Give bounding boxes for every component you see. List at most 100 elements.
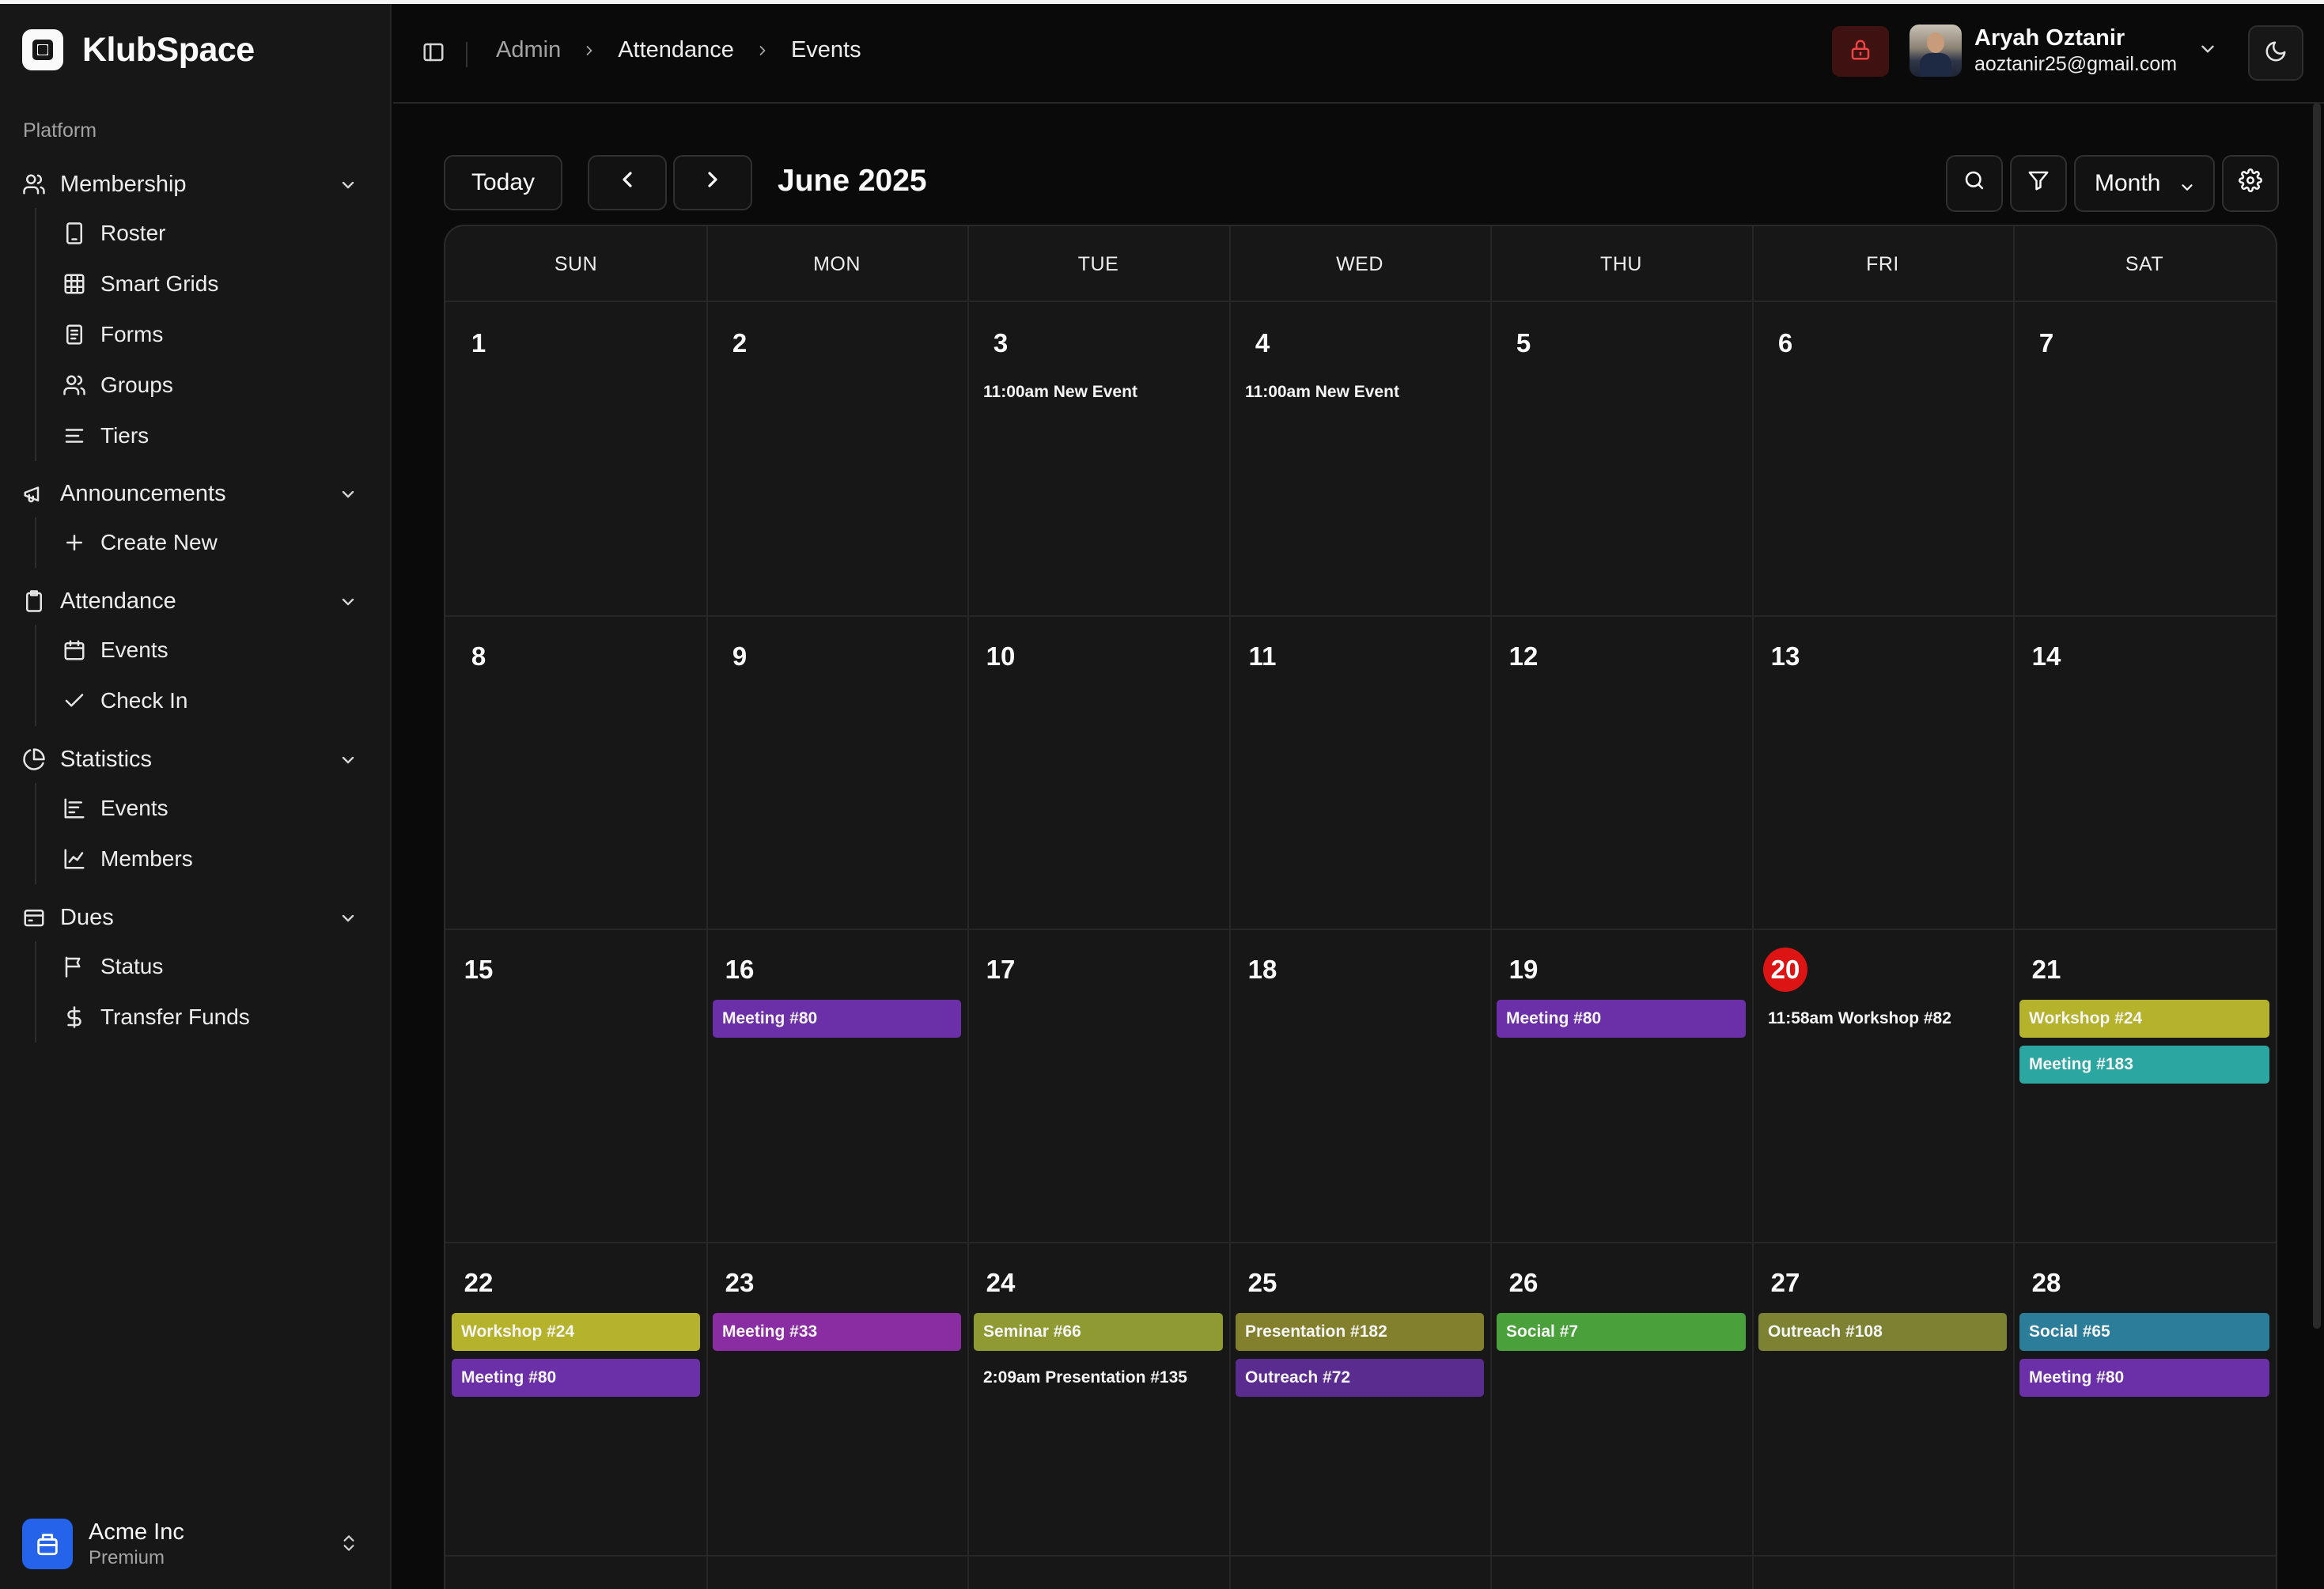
day-cell[interactable]: 3 11:00am New Event bbox=[967, 302, 1229, 615]
previous-month-button[interactable] bbox=[588, 155, 667, 210]
gear-icon bbox=[2239, 168, 2262, 199]
sidebar-toggle-icon[interactable] bbox=[422, 40, 445, 68]
sidebar-item-membership-tiers[interactable]: Tiers bbox=[36, 410, 369, 461]
sidebar-group-attendance[interactable]: Attendance bbox=[22, 582, 370, 620]
event-chip[interactable]: Social #65 bbox=[2019, 1313, 2269, 1351]
day-cell[interactable]: 8 bbox=[445, 615, 706, 929]
event-item[interactable]: 2:09am Presentation #135 bbox=[983, 1368, 1187, 1387]
day-cell[interactable]: 19 Meeting #80 bbox=[1490, 929, 1752, 1242]
next-month-button[interactable] bbox=[673, 155, 752, 210]
breadcrumb-admin[interactable]: Admin bbox=[496, 37, 561, 63]
search-button[interactable] bbox=[1946, 155, 2003, 212]
form-icon bbox=[62, 323, 86, 346]
day-cell[interactable]: 9 bbox=[706, 615, 967, 929]
day-number: 17 bbox=[986, 955, 1016, 984]
weekday-header-sun: SUN bbox=[554, 252, 598, 275]
day-cell[interactable]: 26 Social #7 bbox=[1490, 1242, 1752, 1555]
day-cell[interactable]: 20 11:58am Workshop #82 bbox=[1752, 929, 2013, 1242]
flag-icon bbox=[62, 955, 86, 978]
day-cell[interactable]: 28 Social #65 Meeting #80 bbox=[2013, 1242, 2276, 1555]
sidebar-group-statistics[interactable]: Statistics bbox=[22, 740, 370, 778]
sidebar-group-membership[interactable]: Membership bbox=[22, 165, 370, 203]
event-chip[interactable]: Meeting #80 bbox=[452, 1359, 700, 1397]
day-cell[interactable]: 2 bbox=[706, 302, 967, 615]
page-scrollbar[interactable] bbox=[2313, 103, 2321, 1329]
day-cell[interactable]: 16 Meeting #80 bbox=[706, 929, 967, 1242]
day-cell[interactable]: 18 bbox=[1229, 929, 1490, 1242]
event-item[interactable]: 11:00am New Event bbox=[983, 383, 1137, 402]
user-menu[interactable]: Aryah Oztanir aoztanir25@gmail.com bbox=[1910, 25, 2218, 77]
event-item[interactable]: 11:58am Workshop #82 bbox=[1768, 1009, 1951, 1028]
day-cell[interactable]: 1 bbox=[445, 302, 706, 615]
breadcrumb-attendance[interactable]: Attendance bbox=[618, 37, 734, 63]
day-cell[interactable]: 22 Workshop #24 Meeting #80 bbox=[445, 1242, 706, 1555]
day-cell[interactable]: 23 Meeting #33 bbox=[706, 1242, 967, 1555]
brand[interactable]: KlubSpace bbox=[22, 26, 255, 74]
day-cell[interactable]: 21 Workshop #24 Meeting #183 bbox=[2013, 929, 2276, 1242]
filter-button[interactable] bbox=[2010, 155, 2067, 212]
event-chip[interactable]: Presentation #182 bbox=[1236, 1313, 1484, 1351]
sidebar-item-membership-groups[interactable]: Groups bbox=[36, 360, 369, 410]
day-cell[interactable]: 25 Presentation #182 Outreach #72 bbox=[1229, 1242, 1490, 1555]
chevron-right-icon bbox=[755, 43, 770, 59]
sidebar-group-label: Attendance bbox=[60, 588, 176, 614]
sidebar-item-label: Roster bbox=[100, 221, 166, 245]
sidebar-item-attendance-check-in[interactable]: Check In bbox=[36, 675, 369, 726]
sidebar-item-statistics-events[interactable]: Events bbox=[36, 783, 369, 834]
event-chip[interactable]: Meeting #183 bbox=[2019, 1046, 2269, 1084]
sidebar-item-announcements-create-new[interactable]: Create New bbox=[36, 517, 369, 568]
bar-chart-icon bbox=[62, 796, 86, 820]
day-cell[interactable]: 24 Seminar #66 2:09am Presentation #135 bbox=[967, 1242, 1229, 1555]
day-cell[interactable]: 17 bbox=[967, 929, 1229, 1242]
lines-icon bbox=[62, 424, 86, 448]
event-chip[interactable]: Workshop #24 bbox=[452, 1313, 700, 1351]
event-chip[interactable]: Meeting #33 bbox=[713, 1313, 961, 1351]
sidebar-item-label: Members bbox=[100, 846, 193, 871]
event-chip[interactable]: Meeting #80 bbox=[1497, 1000, 1746, 1038]
sidebar-item-membership-roster[interactable]: Roster bbox=[36, 208, 369, 259]
day-cell[interactable]: 5 bbox=[1490, 302, 1752, 615]
sidebar-sublist-announcements: Create New bbox=[35, 517, 369, 568]
sidebar-item-membership-forms[interactable]: Forms bbox=[36, 309, 369, 360]
day-cell[interactable]: 27 Outreach #108 bbox=[1752, 1242, 2013, 1555]
calendar-settings-button[interactable] bbox=[2222, 155, 2279, 212]
day-cell[interactable]: 4 11:00am New Event bbox=[1229, 302, 1490, 615]
sidebar-item-label: Transfer Funds bbox=[100, 1004, 250, 1029]
users-icon bbox=[62, 373, 86, 397]
day-cell[interactable]: 6 bbox=[1752, 302, 2013, 615]
sidebar-item-dues-status[interactable]: Status bbox=[36, 941, 369, 992]
day-cell[interactable]: 7 bbox=[2013, 302, 2276, 615]
event-chip[interactable]: Workshop #24 bbox=[2019, 1000, 2269, 1038]
theme-toggle-button[interactable] bbox=[2248, 25, 2303, 81]
day-cell[interactable]: 12 bbox=[1490, 615, 1752, 929]
day-cell[interactable]: 11 bbox=[1229, 615, 1490, 929]
klubspace-logo-icon bbox=[22, 29, 63, 70]
day-number: 22 bbox=[464, 1268, 494, 1297]
day-cell[interactable]: 14 bbox=[2013, 615, 2276, 929]
sidebar-group-dues[interactable]: Dues bbox=[22, 899, 370, 936]
sidebar-group-label: Membership bbox=[60, 171, 187, 197]
megaphone-icon bbox=[22, 482, 46, 505]
event-chip[interactable]: Outreach #72 bbox=[1236, 1359, 1484, 1397]
lock-button[interactable] bbox=[1832, 26, 1889, 77]
sidebar-item-attendance-events[interactable]: Events bbox=[36, 625, 369, 675]
event-chip[interactable]: Social #7 bbox=[1497, 1313, 1746, 1351]
day-cell[interactable]: 10 bbox=[967, 615, 1229, 929]
sidebar-item-dues-transfer-funds[interactable]: Transfer Funds bbox=[36, 992, 369, 1042]
sidebar-item-membership-smart-grids[interactable]: Smart Grids bbox=[36, 259, 369, 309]
event-chip[interactable]: Outreach #108 bbox=[1758, 1313, 2007, 1351]
day-cell[interactable]: 15 bbox=[445, 929, 706, 1242]
org-switcher[interactable]: Acme Inc Premium bbox=[22, 1519, 370, 1569]
today-button[interactable]: Today bbox=[444, 155, 562, 210]
event-item[interactable]: 11:00am New Event bbox=[1245, 383, 1399, 402]
sidebar-item-label: Events bbox=[100, 796, 168, 820]
sidebar-group-announcements[interactable]: Announcements bbox=[22, 475, 370, 513]
plus-icon bbox=[62, 531, 86, 554]
event-chip[interactable]: Meeting #80 bbox=[713, 1000, 961, 1038]
view-select[interactable]: Month bbox=[2074, 155, 2215, 212]
day-cell[interactable]: 13 bbox=[1752, 615, 2013, 929]
event-chip[interactable]: Meeting #80 bbox=[2019, 1359, 2269, 1397]
sidebar-item-statistics-members[interactable]: Members bbox=[36, 834, 369, 884]
event-chip[interactable]: Seminar #66 bbox=[974, 1313, 1223, 1351]
sidebar-group-label: Statistics bbox=[60, 746, 153, 772]
